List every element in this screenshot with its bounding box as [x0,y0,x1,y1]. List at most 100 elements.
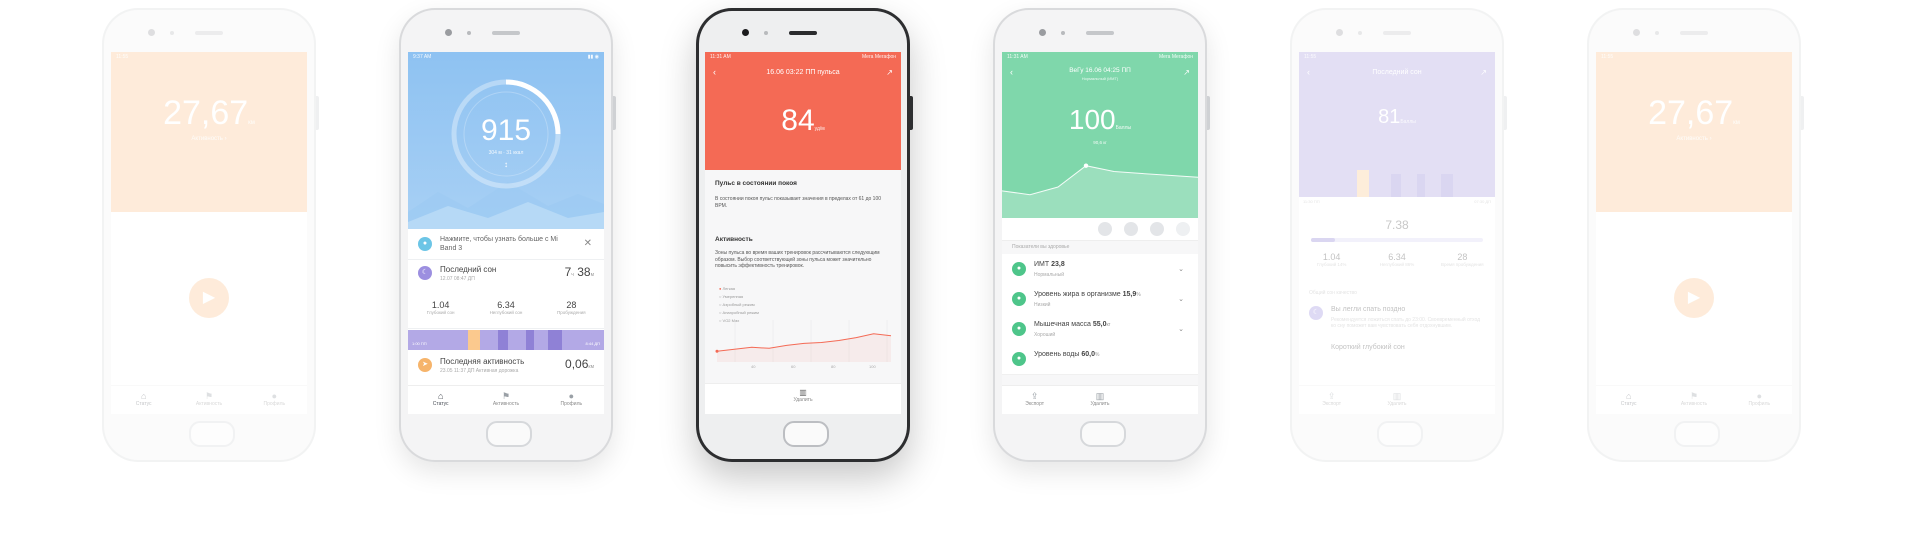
tab-profile[interactable]: ● Профиль [1727,386,1792,414]
section-resting: Пульс в состоянии покоя [715,180,797,187]
band-banner[interactable]: ● Нажмите, чтобы узнать больше с Mi Band… [408,229,604,260]
stat-label: Пробуждения [557,310,586,315]
camera-icon [1336,29,1343,36]
delete-action[interactable]: ▥ Удалить [705,383,901,414]
volume-button [910,96,913,130]
chart-point [1083,163,1089,168]
delete-action[interactable]: ▥ Удалить [1067,386,1132,414]
section-title: Показатели вы здоровье [1012,244,1070,250]
tab-status[interactable]: ⌂ Статус [408,386,473,414]
home-button [1377,421,1423,447]
phone-1: 11:55 27,67км Активность › ▶ ⌂ Статус ⚑ Ак… [102,8,319,462]
water-icon: ● [1012,352,1026,366]
volume-button [1504,96,1507,130]
export-action[interactable]: ⇪ Экспорт [1299,386,1364,414]
deep-segment [526,330,534,350]
stat-label: Неглубокий сон [489,310,523,315]
deep-segment [498,330,508,350]
body-icon[interactable] [1176,222,1190,236]
speaker-grille [195,31,223,35]
activity-card[interactable]: ➤ Последняя активность 23.05 11:37 ДП Ак… [408,352,604,387]
metric-label: Уровень воды [1034,351,1080,358]
deep-segment [548,330,562,350]
share-icon[interactable]: ↗ [886,68,893,77]
person-icon: ● [1756,391,1763,401]
body-icon[interactable] [1098,222,1112,236]
export-action[interactable]: ⇪ Экспорт [1002,386,1067,414]
home-button [1674,421,1720,447]
chevron-down-icon[interactable]: ⌄ [1178,325,1184,333]
volume-button [613,96,616,130]
stat-awake: 28 Пробуждения [539,300,604,315]
phone-top [102,28,316,38]
metric-title: Мышечная масса 55,0кг [1034,321,1110,328]
phone-top [993,28,1207,38]
score-value: 100Баллы [1002,104,1198,136]
awake-bar [1357,170,1369,197]
chevron-down-icon[interactable]: ⌄ [1178,265,1184,273]
heart-rate-chart [715,320,892,362]
page-title: 16.06 03:22 ПП пульса [766,69,840,76]
score-unit: Баллы [1400,119,1416,125]
x-tick-label: 40 [751,364,756,369]
bpm-unit: уд/м [814,126,825,132]
fat-icon: ● [1012,292,1026,306]
activity-value: 0,06км [565,357,594,371]
moon-icon: ☾ [418,266,432,280]
share-icon[interactable]: ↗ [1183,68,1190,77]
tab-label: Статус [1620,401,1637,407]
chevron-down-icon[interactable]: ⌄ [1178,295,1184,303]
tab-label: Статус [135,401,152,407]
metric-unit: кг [1106,322,1111,328]
action-label: Удалить [1387,401,1407,407]
metric-row[interactable]: ● Уровень жира в организме 15,9% Низкий … [1002,284,1198,315]
activity-unit: км [588,364,594,370]
phone-top [1290,28,1504,38]
share-icon[interactable]: ↗ [1480,68,1487,77]
body-icon[interactable] [1124,222,1138,236]
metric-value: 60,0 [1081,351,1095,358]
tab-status[interactable]: ⌂ Статус [111,386,176,414]
score-number: 100 [1068,104,1116,135]
bottom-actions: ⇪ Экспорт ▥ Удалить [1002,385,1198,414]
speaker-grille [1680,31,1708,35]
sleep-minutes: 38 [577,265,591,279]
page-title: ВеГу 16.06 04:25 ПП [1069,67,1131,74]
camera-icon [1039,29,1046,36]
play-icon[interactable]: ▶ [189,278,229,318]
heart-rate-value: 84уд/м [705,104,901,138]
metric-row[interactable]: ● Мышечная масса 55,0кг Хороший ⌄ [1002,314,1198,345]
body-icon[interactable] [1150,222,1164,236]
tab-profile[interactable]: ● Профиль [539,386,604,414]
tab-label: Активность [492,401,520,407]
activity-link[interactable]: Активность › [111,136,307,142]
play-icon[interactable]: ▶ [1674,278,1714,318]
screen: 11:31 AM Мега Мегафон ‹ ВеГу 16.06 04:25 … [1002,52,1198,414]
distance-number: 27,67 [163,94,249,132]
tab-bar: ⌂ Статус ⚑ Активность ● Профиль [111,385,307,414]
export-icon: ⇪ [1030,391,1039,401]
person-icon: ● [271,391,278,401]
tab-label: Профиль [1748,401,1771,407]
tab-activity[interactable]: ⚑ Активность [1661,386,1726,414]
sleep-progress [1311,238,1483,242]
tab-status[interactable]: ⌂ Статус [1596,386,1661,414]
step-details: 304 м · 31 ккал [488,150,524,156]
metric-row[interactable]: ● Уровень воды 60,0% [1002,344,1198,375]
metric-label: Уровень жира в организме [1034,291,1121,298]
camera-icon [742,29,749,36]
metric-row[interactable]: ● ИМТ 23,8 Нормальный ⌄ [1002,254,1198,285]
tab-activity[interactable]: ⚑ Активность [473,386,538,414]
activity-link[interactable]: Активность › [1596,136,1792,142]
sleep-card[interactable]: ☾ Последний сон 12.07 08:47 ДП 7ч 38м 1.… [408,260,604,329]
speaker-grille [789,31,817,35]
sleep-value: 7ч 38м [565,265,594,279]
close-icon[interactable]: ✕ [584,238,592,249]
x-tick-label: 100 [869,364,876,369]
tab-profile[interactable]: ● Профиль [242,386,307,414]
home-icon: ⌂ [140,391,147,401]
delete-action[interactable]: ▥ Удалить [1364,386,1429,414]
tab-activity[interactable]: ⚑ Активность [176,386,241,414]
